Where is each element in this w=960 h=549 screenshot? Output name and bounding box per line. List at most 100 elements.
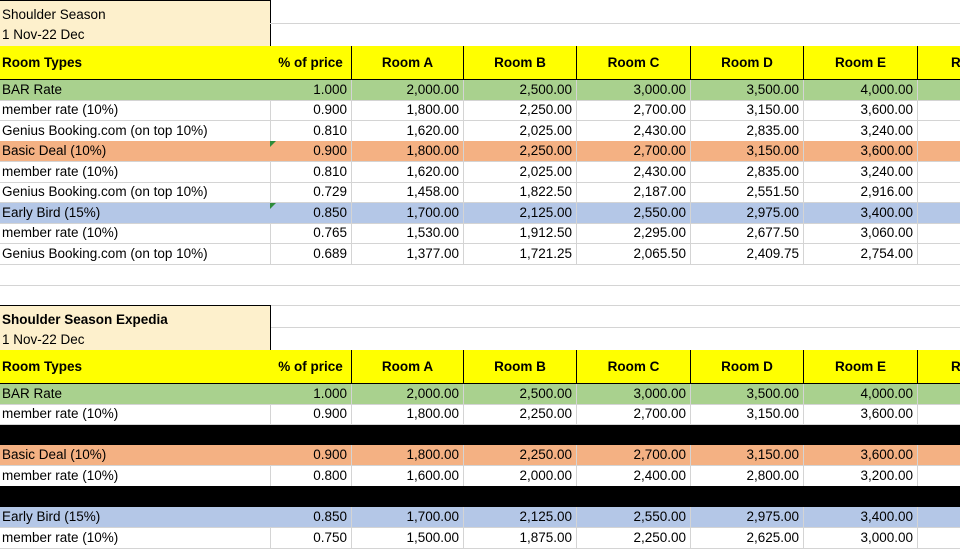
- room-b-cell[interactable]: 2,125.00: [464, 203, 577, 224]
- room-b-cell[interactable]: 2,125.00: [464, 507, 577, 528]
- row-label[interactable]: Basic Deal (10%): [0, 445, 271, 466]
- room-e-cell[interactable]: 3,600.00: [804, 445, 918, 466]
- pct-cell[interactable]: 0.900: [270, 404, 352, 425]
- room-b-cell[interactable]: 2,250.00: [464, 141, 577, 162]
- room-a-cell[interactable]: 1,800.00: [352, 100, 464, 121]
- section2-title-cell[interactable]: Shoulder Season Expedia 1 Nov-22 Dec: [0, 305, 271, 351]
- room-e-cell[interactable]: 2,754.00: [804, 244, 918, 265]
- room-d-cell[interactable]: 2,409.75: [691, 244, 804, 265]
- room-b-cell[interactable]: 1,912.50: [464, 223, 577, 244]
- room-d-cell[interactable]: 3,150.00: [691, 100, 804, 121]
- room-a-cell[interactable]: 1,800.00: [352, 404, 464, 425]
- room-d-cell[interactable]: 2,975.00: [691, 507, 804, 528]
- room-c-cell[interactable]: 2,430.00: [577, 121, 691, 142]
- row-label[interactable]: member rate (10%): [0, 162, 271, 183]
- room-b-cell[interactable]: 2,500.00: [464, 80, 577, 101]
- room-c-cell[interactable]: 2,187.00: [577, 182, 691, 203]
- room-d-cell[interactable]: 3,150.00: [691, 141, 804, 162]
- row-label[interactable]: member rate (10%): [0, 223, 271, 244]
- room-a-cell[interactable]: 1,800.00: [352, 141, 464, 162]
- row-label[interactable]: BAR Rate: [0, 384, 271, 405]
- room-a-cell[interactable]: 1,620.00: [352, 121, 464, 142]
- header-room-d[interactable]: Room D: [691, 46, 804, 80]
- row-label[interactable]: Genius Booking.com (on top 10%): [0, 182, 271, 203]
- room-a-cell[interactable]: 2,000.00: [352, 384, 464, 405]
- room-f-cell[interactable]: [918, 223, 960, 244]
- room-f-cell[interactable]: [918, 80, 960, 101]
- room-d-cell[interactable]: 2,835.00: [691, 121, 804, 142]
- header-pct-price[interactable]: % of price: [270, 46, 352, 80]
- pct-cell[interactable]: 0.800: [270, 466, 352, 487]
- room-b-cell[interactable]: 1,822.50: [464, 182, 577, 203]
- room-c-cell[interactable]: 2,550.00: [577, 203, 691, 224]
- pct-cell[interactable]: 0.810: [270, 121, 352, 142]
- room-f-cell[interactable]: [918, 404, 960, 425]
- room-e-cell[interactable]: 3,000.00: [804, 528, 918, 549]
- header-room-types[interactable]: Room Types: [0, 350, 271, 384]
- room-f-cell[interactable]: [918, 528, 960, 549]
- pct-cell[interactable]: 0.750: [270, 528, 352, 549]
- row-label[interactable]: Early Bird (15%): [0, 507, 271, 528]
- room-f-cell[interactable]: [918, 445, 960, 466]
- room-c-cell[interactable]: 2,295.00: [577, 223, 691, 244]
- room-e-cell[interactable]: 3,600.00: [804, 100, 918, 121]
- room-a-cell[interactable]: 1,700.00: [352, 203, 464, 224]
- header-room-c[interactable]: Room C: [577, 350, 691, 384]
- header-room-c[interactable]: Room C: [577, 46, 691, 80]
- pct-cell[interactable]: 0.689: [270, 244, 352, 265]
- header-room-a[interactable]: Room A: [352, 46, 464, 80]
- room-e-cell[interactable]: 4,000.00: [804, 80, 918, 101]
- room-d-cell[interactable]: 2,975.00: [691, 203, 804, 224]
- row-label[interactable]: member rate (10%): [0, 466, 271, 487]
- room-b-cell[interactable]: 2,250.00: [464, 404, 577, 425]
- room-b-cell[interactable]: 2,025.00: [464, 162, 577, 183]
- room-f-cell[interactable]: [918, 384, 960, 405]
- room-e-cell[interactable]: 3,240.00: [804, 162, 918, 183]
- room-e-cell[interactable]: 4,000.00: [804, 384, 918, 405]
- room-e-cell[interactable]: 3,600.00: [804, 141, 918, 162]
- row-label[interactable]: Basic Deal (10%): [0, 141, 271, 162]
- pct-cell[interactable]: 1.000: [270, 80, 352, 101]
- room-a-cell[interactable]: 1,620.00: [352, 162, 464, 183]
- header-room-e[interactable]: Room E: [804, 46, 918, 80]
- comment-indicator-icon[interactable]: [270, 203, 276, 209]
- comment-indicator-icon[interactable]: [270, 141, 276, 147]
- pct-cell[interactable]: 0.850: [270, 507, 352, 528]
- header-room-types[interactable]: Room Types: [0, 46, 271, 80]
- room-b-cell[interactable]: 1,721.25: [464, 244, 577, 265]
- room-d-cell[interactable]: 2,677.50: [691, 223, 804, 244]
- header-room-b[interactable]: Room B: [464, 350, 577, 384]
- room-e-cell[interactable]: 3,600.00: [804, 404, 918, 425]
- row-label[interactable]: member rate (10%): [0, 404, 271, 425]
- pct-cell[interactable]: 0.900: [270, 141, 352, 162]
- room-c-cell[interactable]: 3,000.00: [577, 80, 691, 101]
- room-c-cell[interactable]: 2,550.00: [577, 507, 691, 528]
- row-label[interactable]: BAR Rate: [0, 80, 271, 101]
- room-f-cell[interactable]: [918, 121, 960, 142]
- room-d-cell[interactable]: 2,800.00: [691, 466, 804, 487]
- room-d-cell[interactable]: 2,835.00: [691, 162, 804, 183]
- section1-title-cell[interactable]: Shoulder Season 1 Nov-22 Dec: [0, 0, 271, 47]
- row-label[interactable]: member rate (10%): [0, 528, 271, 549]
- room-b-cell[interactable]: 2,000.00: [464, 466, 577, 487]
- row-label[interactable]: Genius Booking.com (on top 10%): [0, 244, 271, 265]
- pct-cell[interactable]: 0.810: [270, 162, 352, 183]
- room-f-cell[interactable]: [918, 203, 960, 224]
- room-a-cell[interactable]: 1,600.00: [352, 466, 464, 487]
- room-f-cell[interactable]: [918, 182, 960, 203]
- room-b-cell[interactable]: 2,500.00: [464, 384, 577, 405]
- room-e-cell[interactable]: 3,060.00: [804, 223, 918, 244]
- room-a-cell[interactable]: 1,530.00: [352, 223, 464, 244]
- pct-cell[interactable]: 0.850: [270, 203, 352, 224]
- room-f-cell[interactable]: [918, 100, 960, 121]
- header-room-e[interactable]: Room E: [804, 350, 918, 384]
- room-d-cell[interactable]: 2,551.50: [691, 182, 804, 203]
- room-f-cell[interactable]: [918, 162, 960, 183]
- room-e-cell[interactable]: 3,200.00: [804, 466, 918, 487]
- pct-cell[interactable]: 0.729: [270, 182, 352, 203]
- room-c-cell[interactable]: 2,250.00: [577, 528, 691, 549]
- room-f-cell[interactable]: [918, 141, 960, 162]
- room-d-cell[interactable]: 3,150.00: [691, 404, 804, 425]
- room-e-cell[interactable]: 3,240.00: [804, 121, 918, 142]
- room-d-cell[interactable]: 3,500.00: [691, 384, 804, 405]
